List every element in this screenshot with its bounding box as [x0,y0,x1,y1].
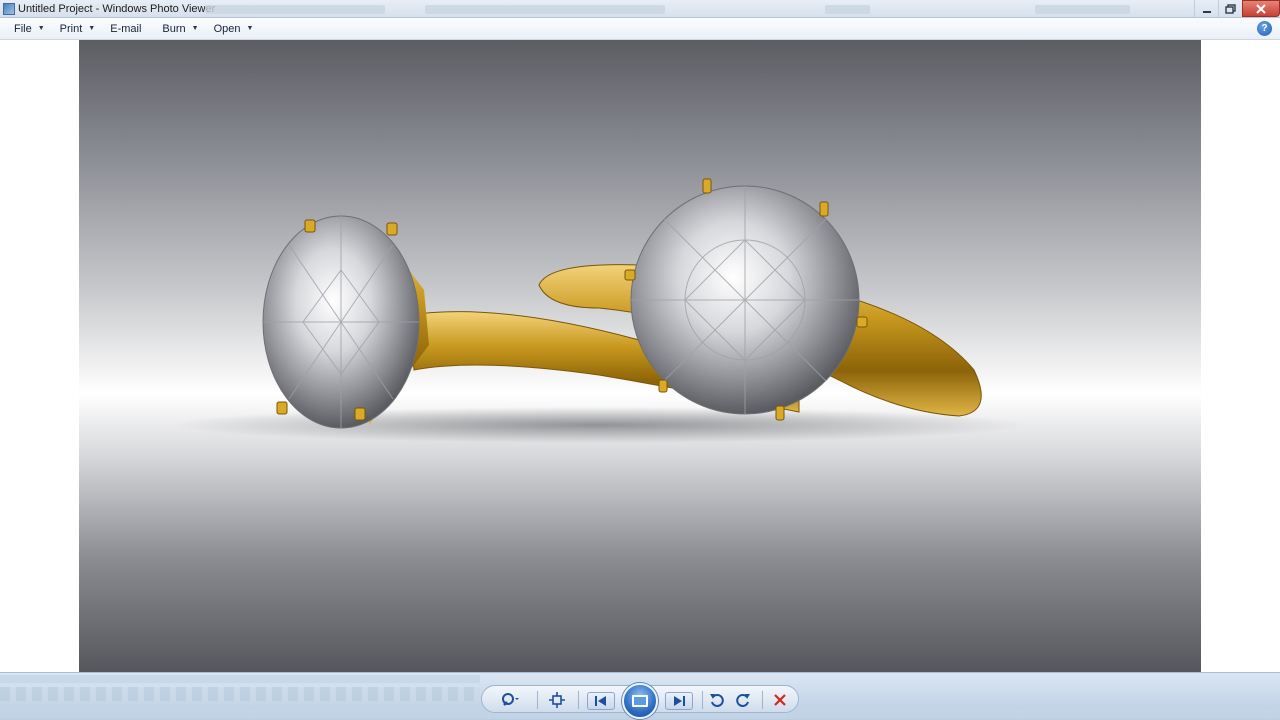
close-icon [1256,3,1266,14]
background-app-ghost-menu [205,5,385,14]
menu-file-label: File [14,22,32,35]
background-app-ghost-tabs [0,675,480,683]
ring-illustration [169,178,1029,443]
rotate-clockwise-icon [736,694,750,707]
background-app-ghost-toolbar [425,5,665,14]
menu-burn[interactable]: Burn ▼ [155,18,206,40]
background-app-ghost-text [825,5,870,14]
menu-bar: File ▼ Print ▼ E-mail Burn ▼ Open ▼ ? [0,18,1280,40]
restore-icon [1225,3,1236,14]
ring-shadow [169,407,1029,443]
actual-size-icon [549,692,565,708]
help-icon[interactable]: ? [1257,21,1272,36]
menu-burn-label: Burn [162,22,186,35]
next-icon [674,696,685,706]
magnifier-icon [502,693,519,706]
menu-file[interactable]: File ▼ [7,18,53,40]
viewer-control-bar [0,672,1280,720]
menu-print-label: Print [59,22,83,35]
image-viewer-area [0,40,1280,672]
chevron-down-icon: ▼ [37,25,45,32]
actual-size-button[interactable] [546,690,568,710]
menu-email-label: E-mail [110,22,142,35]
restore-button[interactable] [1218,0,1242,17]
title-bar: Untitled Project - Windows Photo Viewer [0,0,1280,18]
slideshow-icon [632,695,648,707]
minimize-button[interactable] [1194,0,1218,17]
slideshow-button[interactable] [622,683,658,719]
window-title: Untitled Project - Windows Photo Viewer [18,2,216,15]
menu-print[interactable]: Print ▼ [53,18,104,40]
background-app-ghost-search [1035,5,1130,14]
divider [702,691,703,709]
photo-viewer-icon [3,2,15,15]
chevron-down-icon: ▼ [88,25,96,32]
previous-button[interactable] [587,692,615,710]
divider [578,691,579,709]
menu-open-label: Open [213,22,241,35]
rotate-clockwise-button[interactable] [732,690,754,710]
rotate-counterclockwise-icon [710,694,724,707]
next-button[interactable] [665,692,693,710]
delete-button[interactable] [769,690,791,710]
menu-open[interactable]: Open ▼ [207,18,262,40]
background-app-ghost-toolbar-bottom [0,687,480,701]
menu-email[interactable]: E-mail [103,18,149,40]
divider [762,691,763,709]
chevron-down-icon: ▼ [191,25,199,32]
divider [537,691,538,709]
window-controls [1194,0,1280,18]
zoom-button[interactable] [499,690,521,710]
chevron-down-icon: ▼ [246,25,254,32]
minimize-icon [1202,10,1211,13]
previous-icon [595,696,606,706]
close-button[interactable] [1242,0,1280,17]
photo-diamond-rings [79,40,1201,672]
rotate-counterclockwise-button[interactable] [706,690,728,710]
delete-icon [774,694,786,706]
